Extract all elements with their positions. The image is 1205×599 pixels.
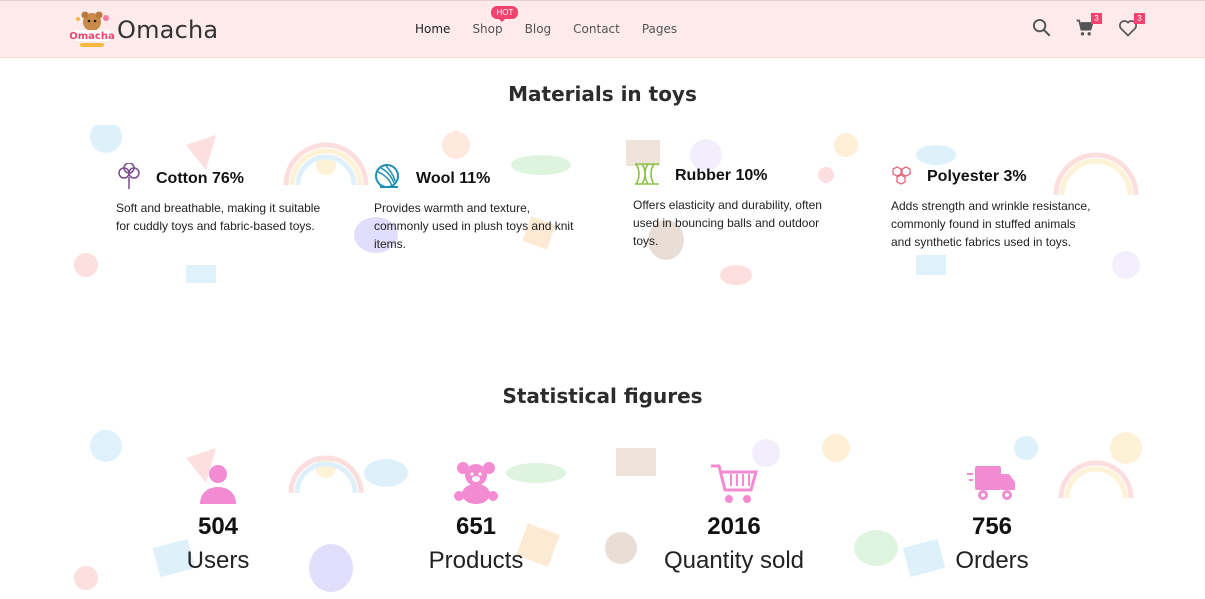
stat-orders: 756 Orders [882, 462, 1102, 575]
stat-products: 651 Products [366, 462, 586, 575]
wishlist-button[interactable]: 3 [1118, 13, 1145, 43]
material-name: Polyester 3% [927, 168, 1027, 185]
shopping-cart-icon [709, 464, 759, 508]
brand-name[interactable]: Omacha [117, 16, 218, 44]
nav-home[interactable]: Home [415, 22, 450, 36]
wishlist-count: 3 [1134, 13, 1145, 24]
material-desc: Offers elasticity and durability, often … [633, 198, 822, 248]
search-icon[interactable] [1032, 18, 1051, 42]
nav-blog[interactable]: Blog [525, 22, 552, 36]
polyester-molecule-icon [891, 164, 913, 191]
stats-title: Statistical figures [502, 384, 703, 408]
material-desc: Soft and breathable, making it suitable … [116, 201, 321, 233]
hot-badge: HOT [491, 6, 519, 22]
nav-pages[interactable]: Pages [642, 22, 677, 36]
cotton-flower-icon [116, 161, 142, 196]
material-desc: Provides warmth and texture, commonly us… [374, 201, 574, 251]
cart-icon [1075, 19, 1095, 42]
teddy-bear-icon [453, 462, 499, 508]
material-name: Cotton 76% [156, 170, 244, 187]
nav-shop-label: Shop [472, 22, 503, 36]
stat-label: Quantity sold [663, 547, 805, 574]
materials-band: Cotton 76% Soft and breathable, making i… [66, 125, 1145, 298]
stat-label: Orders [955, 547, 1029, 574]
yarn-ball-icon [374, 163, 402, 196]
material-card-rubber: Rubber 10% Offers elasticity and durabil… [633, 162, 843, 250]
material-card-cotton: Cotton 76% Soft and breathable, making i… [116, 161, 326, 235]
user-icon [198, 465, 238, 508]
cart-button[interactable]: 3 [1075, 13, 1102, 43]
material-desc: Adds strength and wrinkle resistance, co… [891, 199, 1091, 249]
material-card-polyester: Polyester 3% Adds strength and wrinkle r… [891, 163, 1096, 251]
cart-count: 3 [1091, 13, 1102, 24]
stats-band: 504 Users 651 Products 2016 Quantity sol… [66, 428, 1145, 599]
nav-contact[interactable]: Contact [573, 22, 620, 36]
material-card-wool: Wool 11% Provides warmth and texture, co… [374, 163, 584, 253]
material-name: Wool 11% [416, 170, 491, 187]
stat-users: 504 Users [108, 462, 328, 575]
materials-title: Materials in toys [508, 82, 697, 106]
stat-label: Users [186, 547, 250, 574]
logo-text: Omacha [70, 31, 114, 42]
stat-value: 756 [971, 513, 1013, 540]
site-header: Omacha Omacha Home HOT Shop Blog Contact… [0, 0, 1205, 58]
logo[interactable]: Omacha Omacha [69, 10, 218, 50]
logo-badge: Omacha [69, 10, 115, 50]
nav-shop[interactable]: HOT Shop [472, 6, 519, 36]
rubber-icon [633, 161, 661, 192]
stat-value: 2016 [707, 513, 761, 540]
stat-label: Products [428, 547, 524, 574]
stat-value: 651 [455, 513, 497, 540]
stat-value: 504 [197, 513, 239, 540]
material-name: Rubber 10% [675, 167, 768, 184]
stat-quantity-sold: 2016 Quantity sold [624, 462, 844, 575]
heart-icon [1118, 20, 1138, 42]
delivery-truck-icon [967, 466, 1017, 508]
main-nav: Home HOT Shop Blog Contact Pages [415, 6, 699, 36]
